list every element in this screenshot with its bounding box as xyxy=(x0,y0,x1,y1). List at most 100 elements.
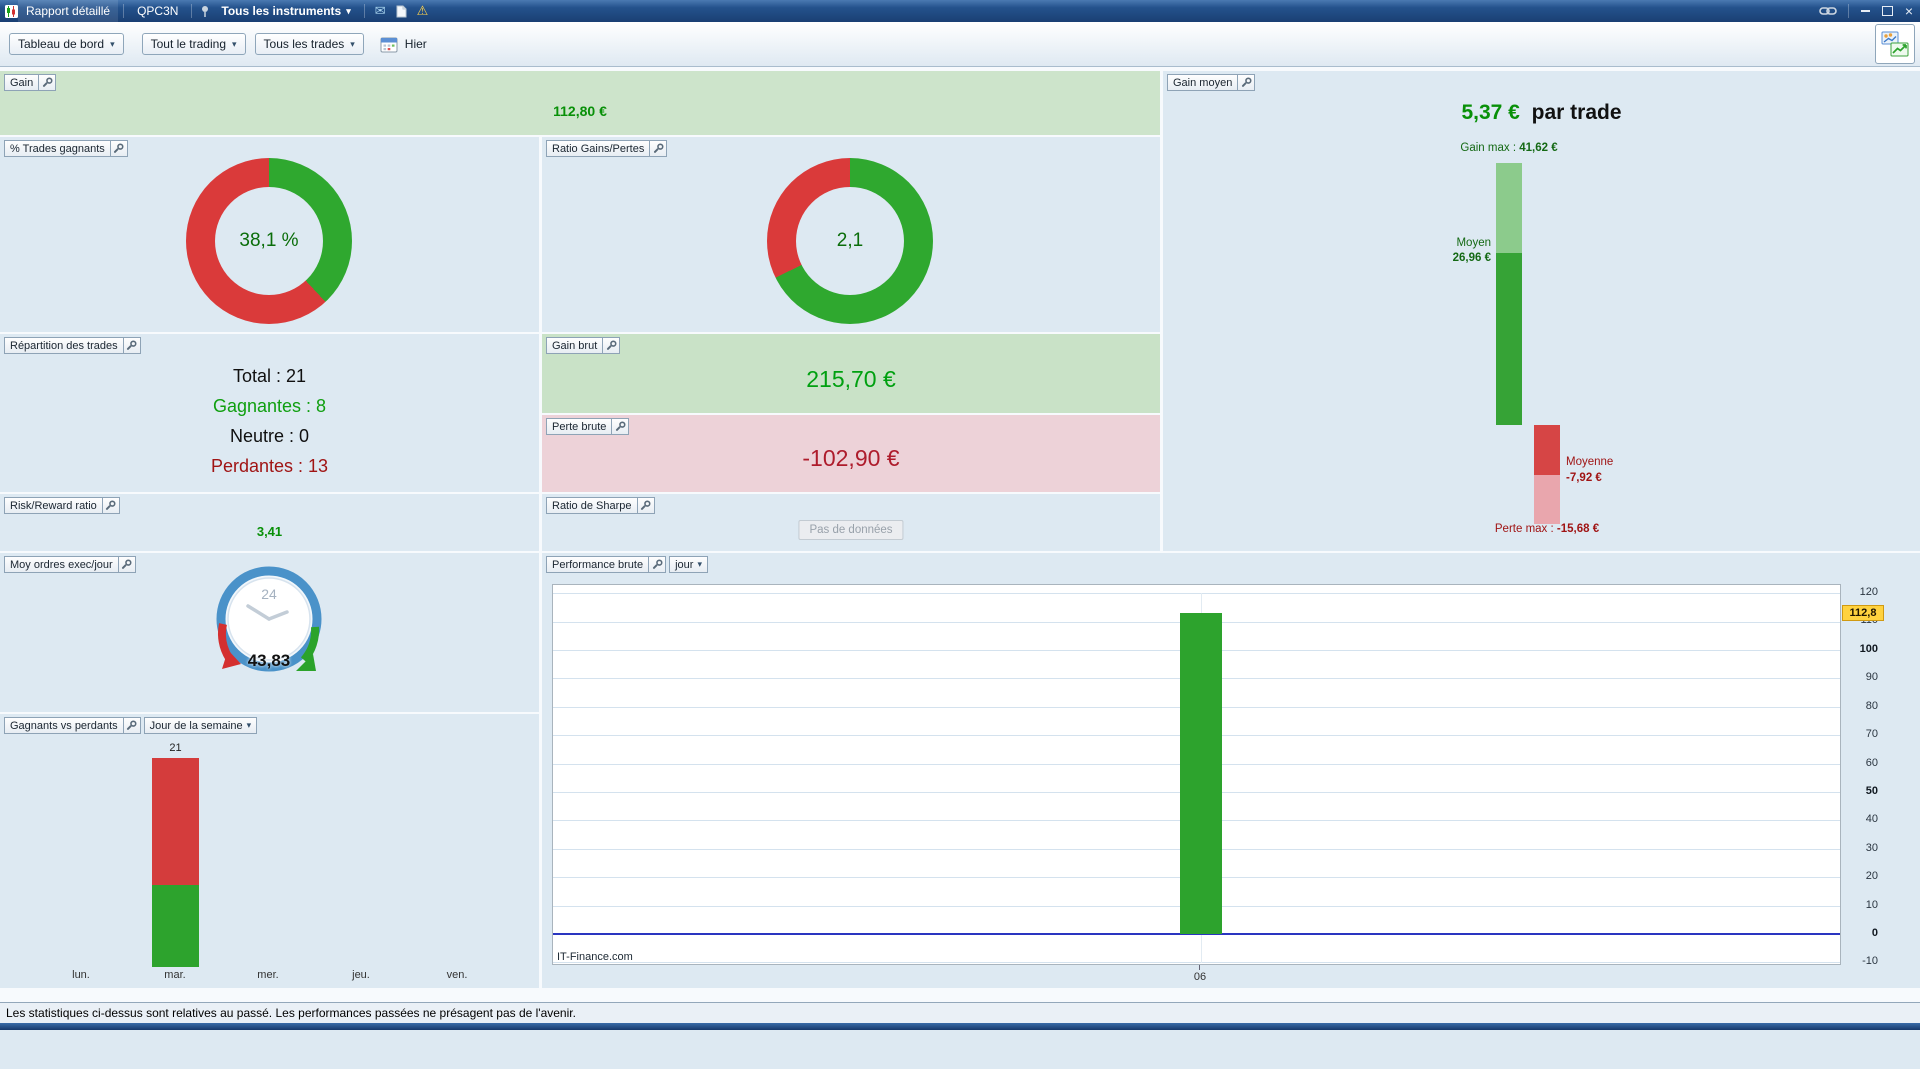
perte-moyenne-bar xyxy=(1534,425,1560,475)
repartition-total: Total : 21 xyxy=(232,366,307,386)
repartition-perdantes: Perdantes : 13 xyxy=(210,456,329,476)
wrench-icon[interactable] xyxy=(110,140,128,157)
wrench-icon[interactable] xyxy=(39,74,57,91)
gain-value: 112,80 € xyxy=(553,103,607,119)
wrench-icon[interactable] xyxy=(123,717,141,734)
tab-qpc3n[interactable]: QPC3N xyxy=(129,0,186,22)
document-icon[interactable] xyxy=(396,5,407,18)
current-value-highlight: 112,8 xyxy=(1842,605,1884,621)
ytick-neg10: -10 xyxy=(1862,955,1878,967)
titlebar: Rapport détaillé QPC3N Tous les instrume… xyxy=(0,0,1920,22)
chevron-down-icon: ▾ xyxy=(246,720,252,730)
envelope-icon[interactable]: ✉ xyxy=(375,3,386,19)
risk-reward-value: 3,41 xyxy=(256,524,283,539)
weekday-chart-title: Gagnants vs perdants xyxy=(4,717,124,734)
performance-granularity-dropdown[interactable]: jour ▾ xyxy=(669,556,708,573)
wrench-icon[interactable] xyxy=(118,556,136,573)
repartition-gagnantes: Gagnantes : 8 xyxy=(212,396,327,416)
disclaimer-text: Les statistiques ci-dessus sont relative… xyxy=(6,1006,576,1020)
panel-perte-brute: Perte brute -102,90 € xyxy=(542,415,1160,492)
gain-brut-title: Gain brut xyxy=(546,337,604,354)
divider xyxy=(363,4,365,18)
restore-button[interactable] xyxy=(1876,0,1898,22)
minimize-icon xyxy=(1860,10,1870,12)
perte-brute-header: Perte brute xyxy=(546,418,630,435)
moyenne-value: -7,92 € xyxy=(1566,472,1602,484)
panel-gain-brut: Gain brut 215,70 € xyxy=(542,334,1160,413)
ytick-80: 80 xyxy=(1865,700,1878,712)
ytick-40: 40 xyxy=(1865,813,1878,825)
panel-ratio-gp: Ratio Gains/Pertes 2,1 xyxy=(542,137,1160,332)
weekday-granularity-label: Jour de la semaine xyxy=(149,719,243,732)
panel-performance: Performance brute jour ▾ IT-Finance.com … xyxy=(542,553,1920,988)
pin-icon[interactable] xyxy=(200,5,210,18)
moyenne-label: Moyenne xyxy=(1566,456,1614,468)
wrench-icon[interactable] xyxy=(123,337,141,354)
wrench-icon[interactable] xyxy=(637,497,655,514)
ratio-gp-header: Ratio Gains/Pertes xyxy=(546,140,668,157)
chart-views-icon xyxy=(1881,31,1909,57)
instruments-dropdown[interactable]: Tous les instruments ▾ xyxy=(213,0,358,22)
chevron-down-icon: ▾ xyxy=(350,38,355,49)
panel-gain-moyen: Gain moyen 5,37 € par trade Gain max : 4… xyxy=(1163,71,1920,551)
watermark: IT-Finance.com xyxy=(557,951,633,963)
trades-filter-dropdown[interactable]: Tous les trades ▾ xyxy=(254,33,364,55)
ratio-gp-donut: 2,1 xyxy=(767,158,933,324)
restore-icon xyxy=(1881,6,1893,16)
weekday-granularity-dropdown[interactable]: Jour de la semaine ▾ xyxy=(143,717,258,734)
divider xyxy=(191,4,193,18)
day-label-ven: ven. xyxy=(446,969,468,981)
gain-max-line: Gain max : 41,62 € xyxy=(1359,142,1659,154)
gain-header: Gain xyxy=(4,74,57,91)
repartition-neutre: Neutre : 0 xyxy=(229,426,310,446)
ytick-60: 60 xyxy=(1865,757,1878,769)
risk-reward-title: Risk/Reward ratio xyxy=(4,497,103,514)
dashboard-view-button[interactable] xyxy=(1875,24,1915,64)
close-button[interactable]: × xyxy=(1898,0,1920,22)
calendar-icon[interactable] xyxy=(380,36,398,53)
weekday-chart-header: Gagnants vs perdants Jour de la semaine … xyxy=(4,717,258,734)
divider xyxy=(123,4,125,18)
wrench-icon[interactable] xyxy=(102,497,120,514)
ratio-gp-title: Ratio Gains/Pertes xyxy=(546,140,651,157)
dashboard-dropdown[interactable]: Tableau de bord ▾ xyxy=(9,33,124,55)
gauge-icon: 24 xyxy=(216,566,322,672)
ratio-gp-donut-hole: 2,1 xyxy=(796,187,904,295)
chevron-down-icon: ▾ xyxy=(232,38,237,49)
tab-rapport-detaille[interactable]: Rapport détaillé xyxy=(18,0,119,22)
gain-max-bar xyxy=(1496,163,1522,253)
wrench-icon[interactable] xyxy=(649,556,667,573)
minimize-button[interactable] xyxy=(1854,0,1876,22)
tab-qpc3n-label: QPC3N xyxy=(137,4,179,18)
perte-brute-value: -102,90 € xyxy=(802,445,900,471)
trades-filter-label: Tous les trades xyxy=(263,37,345,51)
gain-brut-header: Gain brut xyxy=(546,337,621,354)
moyen-value: 26,96 € xyxy=(1452,252,1491,264)
wrench-icon[interactable] xyxy=(1238,74,1256,91)
ytick-30: 30 xyxy=(1865,842,1878,854)
wrench-icon[interactable] xyxy=(650,140,668,157)
trading-scope-dropdown[interactable]: Tout le trading ▾ xyxy=(141,33,246,55)
performance-header: Performance brute jour ▾ xyxy=(546,556,708,573)
wrench-icon[interactable] xyxy=(603,337,621,354)
perte-max-label: Perte max : xyxy=(1494,523,1554,535)
bottom-bar xyxy=(0,1023,1920,1030)
day-label-mer: mer. xyxy=(257,969,279,981)
chevron-down-icon: ▾ xyxy=(110,38,115,49)
perte-max-line: Perte max : -15,68 € xyxy=(1427,523,1667,535)
gain-moyen-headline: 5,37 € par trade xyxy=(1163,101,1920,125)
dashboard-filler xyxy=(0,1055,1920,1069)
link-icon[interactable] xyxy=(1819,5,1837,17)
moy-ordres-header: Moy ordres exec/jour xyxy=(4,556,136,573)
disclaimer-bar: Les statistiques ci-dessus sont relative… xyxy=(0,1002,1920,1023)
warning-icon[interactable]: ⚠ xyxy=(417,3,429,19)
pct-trades-title: % Trades gagnants xyxy=(4,140,111,157)
wrench-icon[interactable] xyxy=(612,418,630,435)
performance-title: Performance brute xyxy=(546,556,650,573)
performance-plot: IT-Finance.com xyxy=(552,584,1841,965)
ratio-gp-value: 2,1 xyxy=(836,230,864,251)
day-label-mar: mar. xyxy=(164,969,186,981)
gain-moyen-value: 5,37 € xyxy=(1461,101,1520,124)
gain-title: Gain xyxy=(4,74,40,91)
app-icon xyxy=(5,4,18,18)
